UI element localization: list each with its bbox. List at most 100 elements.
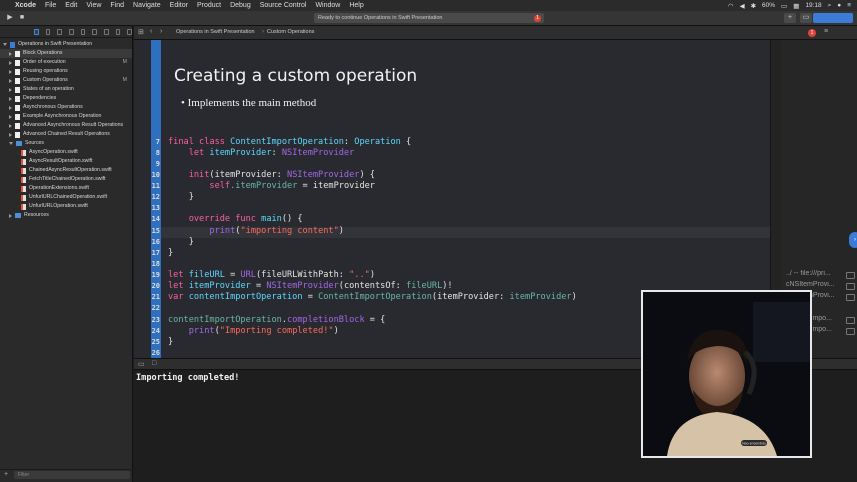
code-line-17[interactable]: }: [168, 248, 173, 258]
tree-file-unfurl-chained[interactable]: UnfurlURLChainedOperation.swift: [21, 193, 132, 202]
tree-page-reusing-operations[interactable]: Reusing operations: [9, 67, 132, 76]
menu-help[interactable]: Help: [349, 2, 363, 9]
find-navigator-tab[interactable]: [69, 29, 74, 35]
tree-file-async-operation[interactable]: AsyncOperation.swift: [21, 148, 132, 157]
wifi-icon[interactable]: ◠: [728, 2, 734, 10]
forward-arrow-icon[interactable]: ›: [160, 28, 162, 35]
code-line-19[interactable]: let fileURL = URL(fileURLWithPath: ".."): [168, 270, 375, 280]
clock[interactable]: 19:18: [805, 2, 821, 9]
source-control-tab[interactable]: [45, 29, 51, 35]
menu-edit[interactable]: Edit: [65, 2, 77, 9]
disclosure-closed-icon[interactable]: [9, 213, 12, 218]
code-line-16[interactable]: }: [168, 237, 194, 247]
code-line-8[interactable]: let itemProvider: NSItemProvider: [168, 148, 355, 158]
jump-error-badge[interactable]: 1: [808, 29, 816, 37]
avatar[interactable]: ●: [837, 2, 841, 9]
tree-project-root[interactable]: Operations in Swift Presentation: [3, 40, 132, 49]
menu-view[interactable]: View: [86, 2, 101, 9]
breadcrumb-page[interactable]: Custom Operations: [267, 29, 314, 35]
tree-file-async-result-operation[interactable]: AsyncResultOperation.swift: [21, 157, 132, 166]
disclosure-closed-icon[interactable]: [9, 123, 12, 128]
battery-percent[interactable]: 60%: [762, 2, 775, 9]
error-count-badge[interactable]: 1: [534, 14, 541, 22]
report-navigator-tab[interactable]: [127, 29, 133, 35]
tree-page-advanced-chained[interactable]: Advanced Chained Result Operations: [9, 130, 132, 139]
test-navigator-tab[interactable]: [92, 29, 98, 35]
disclosure-open-icon[interactable]: [9, 142, 13, 145]
menu-product[interactable]: Product: [197, 2, 221, 9]
tree-page-advanced-async-result[interactable]: Advanced Asynchronous Result Operations: [9, 121, 132, 130]
tree-page-block-operations[interactable]: Block Operations: [0, 49, 132, 58]
code-line-7[interactable]: final class ContentImportOperation: Oper…: [168, 137, 411, 147]
bluetooth-icon[interactable]: ✱: [751, 2, 756, 10]
run-button[interactable]: ▶: [6, 13, 14, 23]
tree-page-order-of-execution[interactable]: Order of execution M: [9, 58, 132, 67]
breadcrumb-project[interactable]: Operations in Swift Presentation: [176, 29, 255, 35]
disclosure-closed-icon[interactable]: [9, 51, 12, 56]
code-line-24[interactable]: print("Importing completed!"): [168, 326, 339, 336]
code-line-25[interactable]: }: [168, 337, 173, 347]
tree-page-dependencies[interactable]: Dependencies: [9, 94, 132, 103]
debug-navigator-tab[interactable]: [104, 29, 109, 35]
menu-file[interactable]: File: [45, 2, 56, 9]
hide-debug-area-icon[interactable]: ▭: [138, 360, 145, 368]
add-editor-icon[interactable]: ≡: [824, 28, 828, 35]
disclosure-open-icon[interactable]: [3, 43, 7, 46]
code-line-14[interactable]: override func main() {: [168, 214, 303, 224]
tree-file-fetch-title[interactable]: FetchTitleChainedOperation.swift: [21, 175, 132, 184]
related-items-icon[interactable]: ⊞: [138, 28, 144, 36]
menu-editor[interactable]: Editor: [170, 2, 188, 9]
disclosure-closed-icon[interactable]: [9, 96, 12, 101]
stop-playground-icon[interactable]: □: [152, 360, 156, 367]
add-library-button[interactable]: +: [784, 13, 796, 23]
tree-folder-resources[interactable]: Resources: [9, 211, 132, 220]
editor-mode-button[interactable]: ▭: [800, 13, 812, 23]
quick-look-icon[interactable]: [846, 283, 855, 290]
tree-file-chained-async[interactable]: ChainedAsyncResultOperation.swift: [21, 166, 132, 175]
disclosure-closed-icon[interactable]: [9, 114, 12, 119]
quick-look-icon[interactable]: [846, 294, 855, 301]
tree-file-operation-extensions[interactable]: OperationExtensions.swift: [21, 184, 132, 193]
disclosure-closed-icon[interactable]: [9, 69, 12, 74]
filter-input[interactable]: Filter: [14, 471, 130, 479]
disclosure-closed-icon[interactable]: [9, 132, 12, 137]
stop-button[interactable]: ■: [18, 13, 26, 23]
panel-toggle-buttons[interactable]: [813, 13, 853, 23]
result-value[interactable]: cNSItemProvi...: [786, 281, 846, 288]
menu-xcode[interactable]: Xcode: [15, 2, 36, 9]
quick-look-icon[interactable]: [846, 328, 855, 335]
disclosure-closed-icon[interactable]: [9, 105, 12, 110]
code-line-12[interactable]: }: [168, 192, 194, 202]
breakpoint-navigator-tab[interactable]: [115, 29, 121, 35]
disclosure-closed-icon[interactable]: [9, 78, 12, 83]
tree-file-unfurl-operation[interactable]: UnfurlURLOperation.swift: [21, 202, 132, 211]
code-line-20[interactable]: let itemProvider = NSItemProvider(conten…: [168, 281, 453, 291]
quick-look-icon[interactable]: [846, 272, 855, 279]
tree-page-async-operations[interactable]: Asynchronous Operations: [9, 103, 132, 112]
code-line-15[interactable]: print("importing content"): [168, 226, 344, 236]
tree-page-example-async[interactable]: Example Asynchronous Operation: [9, 112, 132, 121]
code-line-23[interactable]: contentImportOperation.completionBlock =…: [168, 315, 385, 325]
issue-navigator-tab[interactable]: [80, 29, 86, 35]
tree-page-custom-operations[interactable]: Custom Operations M: [9, 76, 132, 85]
add-file-icon[interactable]: +: [4, 471, 8, 478]
menu-window[interactable]: Window: [315, 2, 340, 9]
project-navigator-tab[interactable]: [34, 29, 39, 35]
volume-icon[interactable]: ◀: [740, 2, 745, 10]
code-line-11[interactable]: self.itemProvider = itemProvider: [168, 181, 375, 191]
scroll-to-bottom-icon[interactable]: ›: [849, 232, 857, 248]
tree-folder-sources[interactable]: Sources: [9, 139, 132, 148]
disclosure-closed-icon[interactable]: [9, 87, 12, 92]
search-icon[interactable]: ⌕: [828, 2, 832, 10]
tree-page-states[interactable]: States of an operation: [9, 85, 132, 94]
menu-navigate[interactable]: Navigate: [133, 2, 161, 9]
menu-list-icon[interactable]: ≡: [847, 2, 851, 9]
symbol-navigator-tab[interactable]: [57, 29, 63, 35]
menu-source-control[interactable]: Source Control: [260, 2, 307, 9]
menu-debug[interactable]: Debug: [230, 2, 251, 9]
back-arrow-icon[interactable]: ‹: [150, 28, 152, 35]
code-line-10[interactable]: init(itemProvider: NSItemProvider) {: [168, 170, 375, 180]
flag-icon[interactable]: ▦: [793, 2, 799, 10]
quick-look-icon[interactable]: [846, 317, 855, 324]
menu-find[interactable]: Find: [110, 2, 124, 9]
